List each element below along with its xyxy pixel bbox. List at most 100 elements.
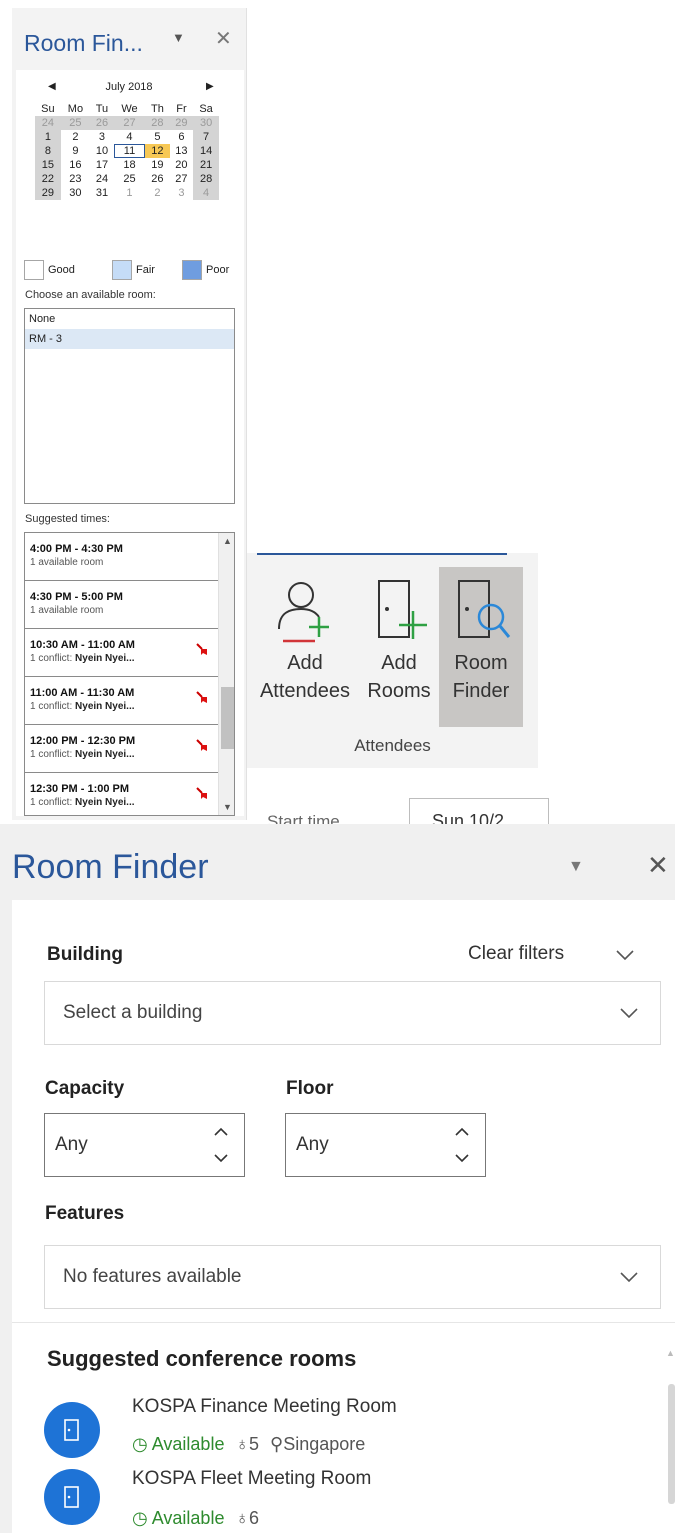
rooms-scrollbar[interactable] [668,1384,675,1504]
calendar-day[interactable]: 24 [35,116,61,130]
calendar-day[interactable]: 3 [170,186,193,200]
calendar-day[interactable]: 26 [90,116,114,130]
calendar-day[interactable]: 29 [35,186,61,200]
times-scrollbar[interactable]: ▲ ▼ [218,533,234,815]
time-slot[interactable]: 12:30 PM - 1:00 PM 1 conflict: Nyein Nye… [25,773,218,815]
calendar-day[interactable]: 8 [35,144,61,158]
time-slot[interactable]: 11:00 AM - 11:30 AM 1 conflict: Nyein Ny… [25,677,218,725]
time-slot[interactable]: 12:00 PM - 12:30 PM 1 conflict: Nyein Ny… [25,725,218,773]
time-slot-range: 4:00 PM - 4:30 PM [30,543,123,555]
legacy-pane-close-icon[interactable]: ✕ [215,26,232,51]
calendar-day[interactable]: 25 [60,116,91,130]
calendar-day[interactable]: 31 [90,186,114,200]
calendar-day[interactable]: 19 [145,158,170,172]
calendar-day[interactable]: 7 [193,130,219,144]
floor-value: Any [296,1134,329,1155]
calendar-day[interactable]: 5 [145,130,170,144]
collapse-filters-chevron-icon[interactable] [616,946,634,964]
calendar-day-today[interactable]: 11 [113,144,146,158]
calendar-day[interactable]: 4 [193,186,219,200]
calendar-day[interactable]: 20 [170,158,193,172]
calendar-day[interactable]: 27 [170,172,193,186]
calendar-day[interactable]: 21 [193,158,219,172]
calendar-day-selected[interactable]: 12 [145,144,170,158]
calendar-day[interactable]: 2 [145,186,170,200]
calendar-day[interactable]: 4 [114,130,145,144]
building-select[interactable]: Select a building [44,981,661,1045]
suggested-times-list[interactable]: 4:00 PM - 4:30 PM 1 available room 4:30 … [24,532,235,816]
calendar-day[interactable]: 27 [113,116,146,130]
time-slot[interactable]: 4:30 PM - 5:00 PM 1 available room [25,581,218,629]
pane-close-icon[interactable]: ✕ [647,850,669,881]
capacity-stepper[interactable]: Any [44,1113,245,1177]
capacity-person-icon: ♁ [235,1508,249,1528]
legend-good-swatch [24,260,44,280]
calendar-day[interactable]: 3 [90,130,114,144]
room-finder-button[interactable]: Room Finder [439,567,523,727]
ribbon-group-label: Attendees [354,736,431,755]
ribbon-accent-line [257,553,507,555]
calendar-nav: July 2018 ◀ ▶ [24,81,234,95]
calendar-day[interactable]: 10 [90,144,114,158]
calendar-day[interactable]: 26 [145,172,170,186]
clear-filters-link[interactable]: Clear filters [468,943,564,965]
calendar-day[interactable]: 1 [35,130,61,144]
room-avatar [44,1402,100,1458]
available-room-list[interactable]: None RM - 3 [24,308,235,504]
calendar-day[interactable]: 15 [35,158,61,172]
room-option-none[interactable]: None [25,309,234,329]
calendar-day[interactable]: 18 [114,158,145,172]
calendar-day[interactable]: 23 [61,172,90,186]
room-meta: ◷ Available ♁6 [132,1508,259,1530]
building-label: Building [47,944,123,965]
calendar-day[interactable]: 14 [193,144,219,158]
calendar-day[interactable]: 30 [193,116,219,130]
time-slot[interactable]: 4:00 PM - 4:30 PM 1 available room [25,533,218,581]
chevron-up-icon[interactable] [454,1124,470,1140]
chevron-down-icon[interactable] [213,1150,229,1166]
floor-stepper[interactable]: Any [285,1113,486,1177]
calendar-day[interactable]: 30 [61,186,90,200]
room-name: KOSPA Finance Meeting Room [132,1396,397,1417]
calendar-day[interactable]: 9 [61,144,90,158]
capacity-value: Any [55,1134,88,1155]
pane-menu-icon[interactable]: ▼ [568,858,584,876]
section-divider [12,1322,675,1323]
calendar-day[interactable]: 2 [61,130,90,144]
add-rooms-button[interactable]: Add Rooms [363,567,435,727]
time-slot-detail: 1 conflict: Nyein Nyei... [30,797,135,808]
legacy-pane-menu-icon[interactable]: ▼ [172,30,185,45]
scroll-up-icon[interactable]: ▲ [666,1348,675,1358]
door-icon [64,1486,79,1508]
calendar-day[interactable]: 17 [90,158,114,172]
scroll-up-icon[interactable]: ▲ [219,533,234,549]
calendar-day[interactable]: 6 [170,130,193,144]
legend-poor-swatch [182,260,202,280]
calendar-next-icon[interactable]: ▶ [206,81,214,92]
calendar-day[interactable]: 16 [61,158,90,172]
features-select[interactable]: No features available [44,1245,661,1309]
add-rooms-icon [378,580,427,639]
add-attendees-icon [278,582,329,643]
scroll-thumb[interactable] [221,687,234,749]
calendar-day[interactable]: 25 [114,172,145,186]
weekday-header: Su [41,103,55,115]
chevron-down-icon[interactable] [454,1150,470,1166]
start-date-field[interactable]: Sun 10/2... [409,798,549,824]
add-attendees-button[interactable]: Add Attendees [255,567,355,727]
calendar-day[interactable]: 24 [90,172,114,186]
chevron-up-icon[interactable] [213,1124,229,1140]
calendar-prev-icon[interactable]: ◀ [48,81,56,92]
time-slot-detail: 1 conflict: Nyein Nyei... [30,701,135,712]
room-option-rm3[interactable]: RM - 3 [25,329,234,349]
calendar-day[interactable]: 13 [170,144,193,158]
calendar-day[interactable]: 29 [169,116,194,130]
calendar-day[interactable]: 28 [145,116,170,130]
floor-label: Floor [286,1078,334,1099]
calendar-day[interactable]: 28 [193,172,219,186]
calendar-day[interactable]: 22 [35,172,61,186]
room-name: KOSPA Fleet Meeting Room [132,1468,372,1489]
calendar-day[interactable]: 1 [114,186,145,200]
scroll-down-icon[interactable]: ▼ [219,799,234,815]
time-slot[interactable]: 10:30 AM - 11:00 AM 1 conflict: Nyein Ny… [25,629,218,677]
